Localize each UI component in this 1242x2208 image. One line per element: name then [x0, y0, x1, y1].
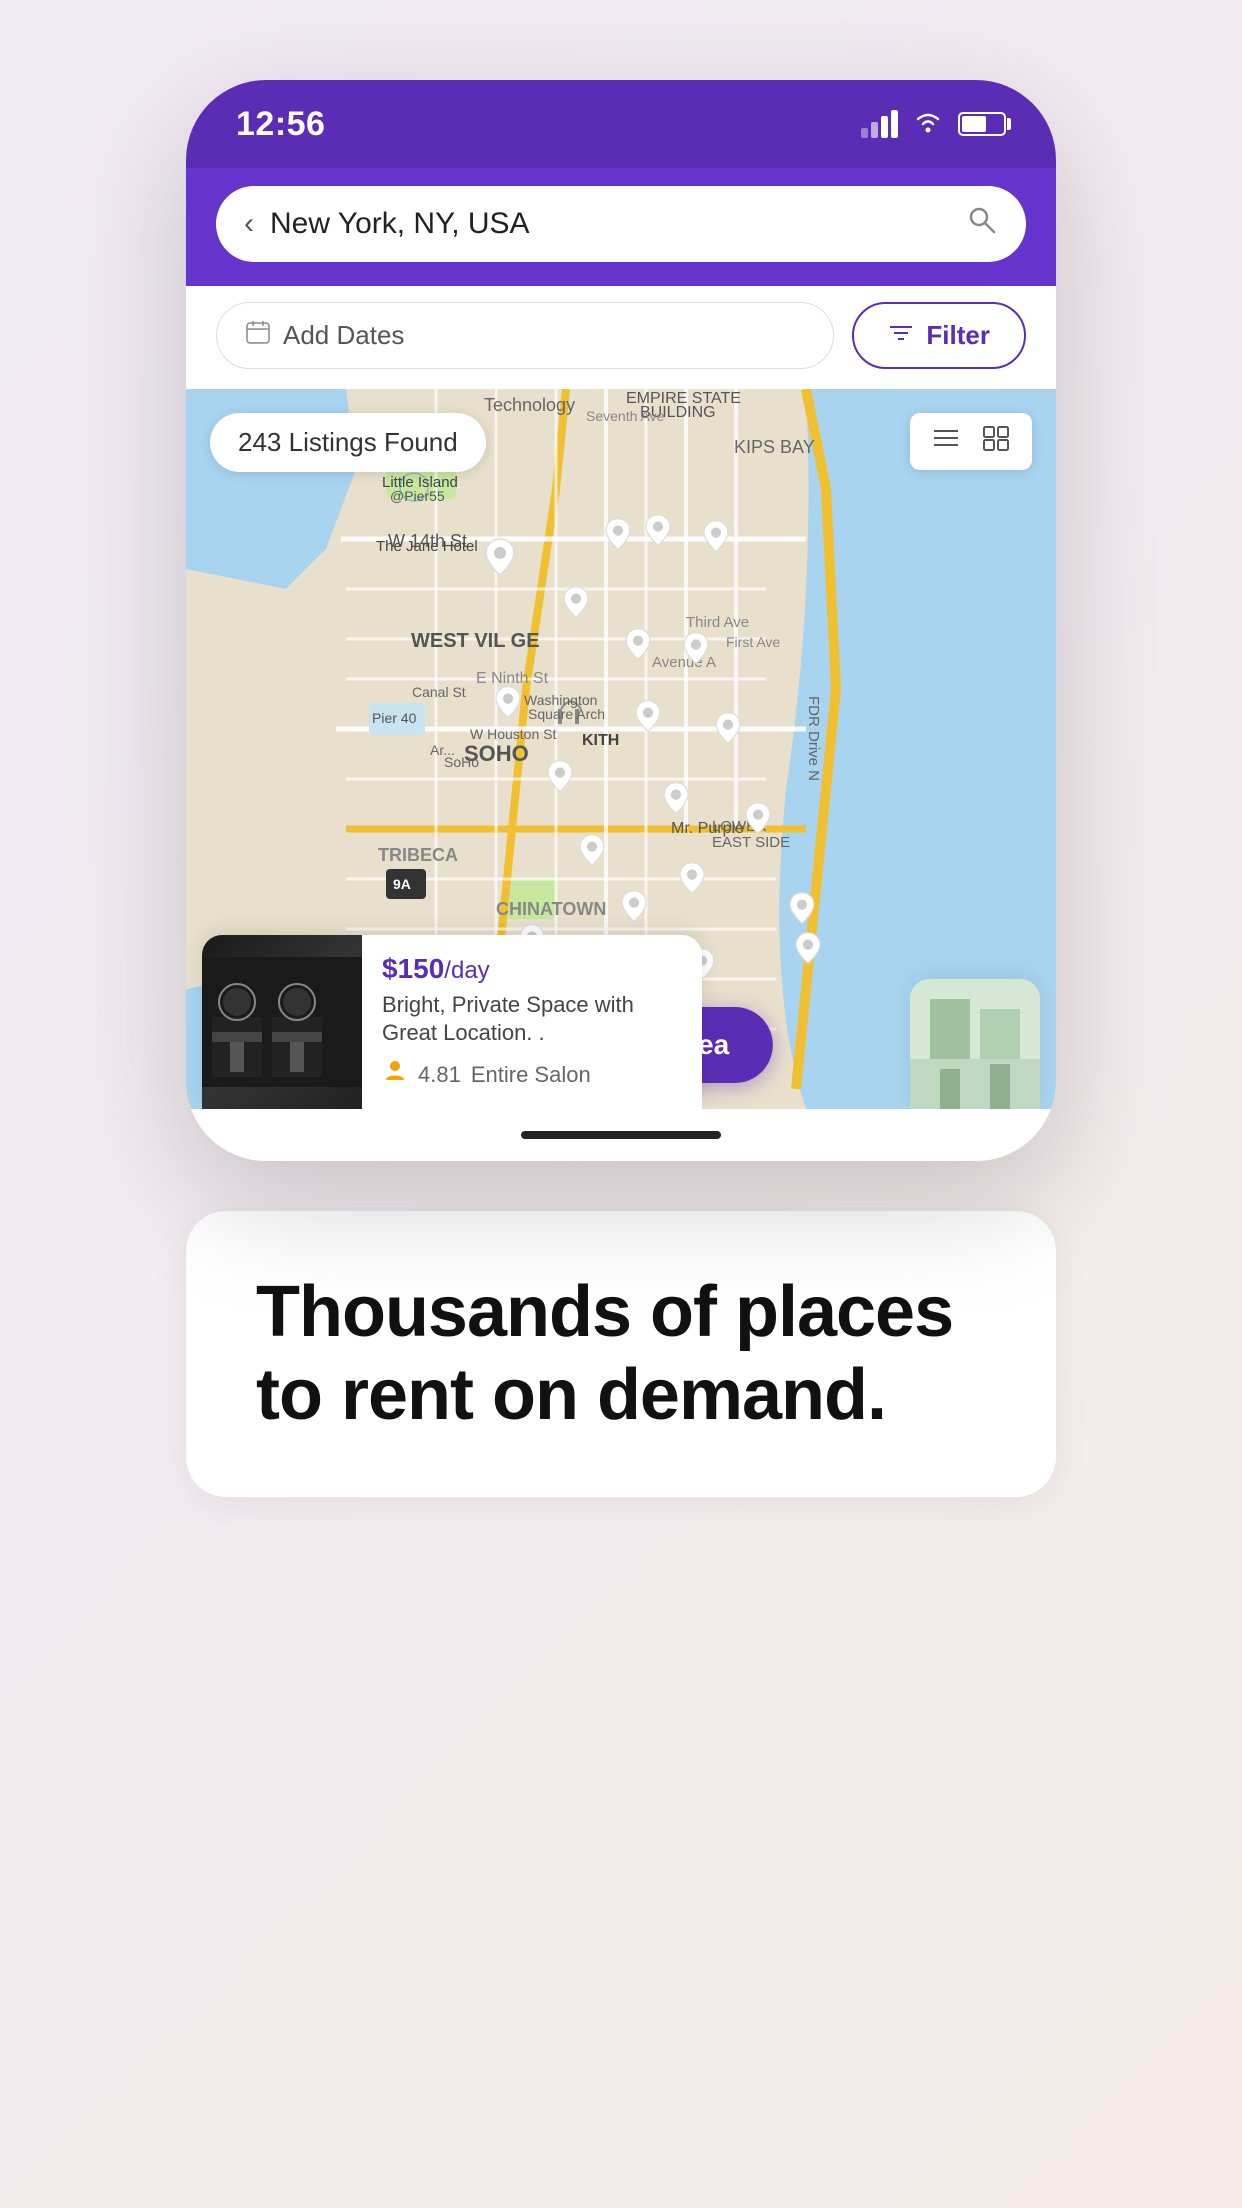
- status-icons: [861, 108, 1006, 140]
- signal-icon: [861, 110, 898, 138]
- listing-card-peek[interactable]: [910, 979, 1040, 1109]
- battery-icon: [958, 112, 1006, 136]
- map-pin[interactable]: [714, 711, 742, 750]
- map-pin[interactable]: [634, 699, 662, 738]
- map-pin[interactable]: [682, 631, 710, 670]
- listing-rating: 4.81: [418, 1062, 461, 1088]
- filter-row: Add Dates Filter: [186, 286, 1056, 389]
- svg-text:@Pier55: @Pier55: [390, 488, 445, 504]
- back-button[interactable]: ‹: [244, 207, 254, 241]
- filter-button[interactable]: Filter: [852, 302, 1026, 369]
- tagline-line2: to rent on demand.: [256, 1355, 886, 1435]
- svg-text:Square Arch: Square Arch: [528, 706, 605, 722]
- listing-meta: 4.81 Entire Salon: [382, 1058, 682, 1091]
- map-pin[interactable]: [744, 801, 772, 840]
- svg-text:W Houston St: W Houston St: [470, 726, 556, 742]
- listing-type: Entire Salon: [471, 1062, 591, 1088]
- map-pin[interactable]: [546, 759, 574, 798]
- listing-details: $150/day Bright, Private Space with Grea…: [362, 935, 702, 1109]
- listings-count-badge: 243 Listings Found: [210, 413, 486, 472]
- svg-text:WEST VIL GE: WEST VIL GE: [411, 630, 540, 652]
- listing-title: Bright, Private Space with Great Locatio…: [382, 991, 682, 1048]
- person-icon: [382, 1058, 408, 1091]
- add-dates-button[interactable]: Add Dates: [216, 302, 834, 369]
- map-container[interactable]: Pier 40 9A Technology EMPIRE STATE BUILD…: [186, 389, 1056, 1109]
- svg-text:Third Ave: Third Ave: [686, 614, 749, 631]
- svg-text:W 14th St: W 14th St: [388, 531, 467, 551]
- status-time: 12:56: [236, 105, 325, 144]
- search-bar[interactable]: ‹ New York, NY, USA: [216, 186, 1026, 262]
- grid-view-button[interactable]: [974, 423, 1018, 460]
- svg-text:Canal St: Canal St: [412, 684, 466, 700]
- svg-text:TRIBECA: TRIBECA: [378, 845, 458, 865]
- add-dates-label: Add Dates: [283, 320, 404, 351]
- filter-icon: [888, 320, 914, 351]
- map-pin[interactable]: [578, 833, 606, 872]
- svg-text:Seventh Ave: Seventh Ave: [586, 408, 665, 424]
- peek-card-image: [910, 979, 1040, 1109]
- tagline-section: Thousands of places to rent on demand.: [186, 1211, 1056, 1497]
- map-pin[interactable]: [620, 889, 648, 928]
- svg-text:FDR Drive N: FDR Drive N: [805, 696, 822, 781]
- svg-text:KIPS BAY: KIPS BAY: [734, 437, 815, 457]
- map-pin[interactable]: [678, 861, 706, 900]
- map-pin[interactable]: [702, 519, 730, 558]
- price-amount: $150: [382, 953, 444, 984]
- svg-text:SoHo: SoHo: [444, 754, 479, 770]
- svg-text:Pier 40: Pier 40: [372, 710, 417, 726]
- tagline-text: Thousands of places to rent on demand.: [256, 1271, 986, 1437]
- filter-label: Filter: [926, 320, 990, 351]
- home-bar: [521, 1131, 721, 1139]
- map-pin[interactable]: [562, 585, 590, 624]
- search-container: ‹ New York, NY, USA: [186, 168, 1056, 286]
- map-pin[interactable]: [662, 781, 690, 820]
- calendar-icon: [245, 319, 271, 352]
- search-input[interactable]: New York, NY, USA: [270, 207, 950, 241]
- search-icon[interactable]: [966, 204, 998, 244]
- listings-count-text: 243 Listings Found: [238, 427, 458, 458]
- list-view-button[interactable]: [924, 423, 968, 460]
- price-period: /day: [444, 957, 489, 984]
- svg-text:First Ave: First Ave: [726, 634, 780, 650]
- status-bar: 12:56: [186, 80, 1056, 168]
- svg-text:KITH: KITH: [582, 732, 619, 749]
- wifi-icon: [912, 108, 944, 140]
- svg-text:CHINATOWN: CHINATOWN: [496, 899, 606, 919]
- map-pin[interactable]: [788, 891, 816, 930]
- home-indicator: [186, 1109, 1056, 1161]
- tagline-line1: Thousands of places: [256, 1272, 953, 1352]
- map-pin[interactable]: [604, 517, 632, 556]
- map-pin[interactable]: [644, 513, 672, 552]
- map-pin[interactable]: [494, 685, 522, 724]
- svg-text:9A: 9A: [393, 876, 411, 892]
- map-pin[interactable]: [484, 537, 516, 582]
- listing-image: [202, 935, 362, 1109]
- listing-price: $150/day: [382, 953, 682, 985]
- map-pin[interactable]: [794, 931, 822, 970]
- svg-text:Technology: Technology: [484, 395, 575, 415]
- listing-card[interactable]: $150/day Bright, Private Space with Grea…: [202, 935, 702, 1109]
- map-pin[interactable]: [624, 627, 652, 666]
- view-toggle: [910, 413, 1032, 470]
- phone-frame: 12:56 ‹ New York, NY, USA: [186, 80, 1056, 1161]
